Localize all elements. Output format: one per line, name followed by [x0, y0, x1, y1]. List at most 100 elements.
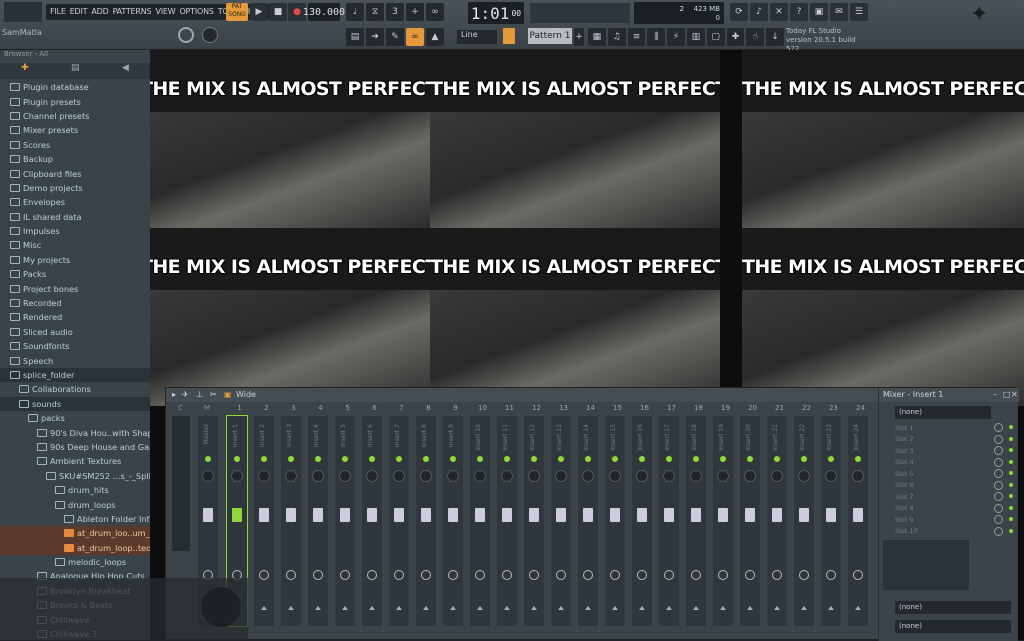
browser-item[interactable]: Misc	[0, 238, 150, 252]
mixer-track[interactable]: Insert 6	[362, 416, 382, 626]
pan-knob[interactable]	[312, 470, 324, 482]
effect-slot[interactable]: Slot 7	[881, 491, 1017, 503]
plugin-picker-button[interactable]: ⚡	[667, 28, 685, 46]
mixer-track[interactable]: Insert 9	[443, 416, 463, 626]
route-knob[interactable]	[556, 570, 566, 580]
mixer-track[interactable]: Insert 19	[713, 416, 733, 626]
browser-item[interactable]: Envelopes	[0, 195, 150, 209]
slot-mix-knob[interactable]	[994, 446, 1003, 455]
browser-item[interactable]: melodic_loops	[0, 555, 150, 569]
pan-knob[interactable]	[771, 470, 783, 482]
route-knob[interactable]	[583, 570, 593, 580]
insert-minimize-icon[interactable]: –	[993, 390, 997, 399]
insert-input-select[interactable]: (none)	[895, 406, 991, 419]
pan-knob[interactable]	[258, 470, 270, 482]
menu-add[interactable]: ADD	[89, 4, 110, 20]
route-knob[interactable]	[664, 570, 674, 580]
route-knob[interactable]	[529, 570, 539, 580]
pattern-select[interactable]: Pattern 1	[528, 28, 572, 44]
project-button[interactable]: ▢	[706, 28, 725, 46]
pan-knob[interactable]	[501, 470, 513, 482]
browser-item[interactable]: Ableton Folder Info	[0, 512, 150, 526]
browser-item[interactable]: Channel presets	[0, 109, 150, 123]
piano-button[interactable]: ▤	[346, 28, 364, 46]
browser-item[interactable]: 90's Diva Hou..with Shaprece	[0, 425, 150, 439]
link-tool-button[interactable]: ∞	[406, 28, 424, 46]
user-field[interactable]: SamMatla	[2, 28, 142, 46]
tools-button[interactable]: ✕	[770, 3, 788, 21]
browser-item[interactable]: Sliced audio	[0, 325, 150, 339]
volume-fader[interactable]	[394, 508, 404, 522]
mixer-track[interactable]: Insert 7	[389, 416, 409, 626]
browser-item[interactable]: My projects	[0, 253, 150, 267]
mixer-track[interactable]: Insert 4	[308, 416, 328, 626]
chat-button[interactable]: ☰	[850, 3, 868, 21]
route-knob[interactable]	[421, 570, 431, 580]
volume-fader[interactable]	[475, 508, 485, 522]
menu-edit[interactable]: EDIT	[68, 4, 90, 20]
pan-knob[interactable]	[231, 470, 243, 482]
pan-knob[interactable]	[555, 470, 567, 482]
browser-item[interactable]: Packs	[0, 267, 150, 281]
pencil-tool-button[interactable]: ✎	[386, 28, 404, 46]
volume-fader[interactable]	[853, 508, 863, 522]
route-knob[interactable]	[826, 570, 836, 580]
browser-item[interactable]: Ambient Textures	[0, 454, 150, 468]
effect-slot[interactable]: Slot 5	[881, 468, 1017, 480]
browser-item[interactable]: Collaborations	[0, 382, 150, 396]
pan-knob[interactable]	[285, 470, 297, 482]
volume-fader[interactable]	[718, 508, 728, 522]
volume-fader[interactable]	[610, 508, 620, 522]
browser-item[interactable]: IL shared data	[0, 210, 150, 224]
slot-enable-led[interactable]	[1009, 482, 1013, 487]
mute-led[interactable]	[774, 456, 780, 462]
metronome-button[interactable]: ♩	[346, 3, 364, 21]
slot-mix-knob[interactable]	[994, 515, 1003, 524]
slot-mix-knob[interactable]	[994, 423, 1003, 432]
browser-item[interactable]: Plugin database	[0, 80, 150, 94]
mute-led[interactable]	[288, 456, 294, 462]
mixer-track[interactable]: Insert 12	[524, 416, 544, 626]
mixer-track[interactable]: Insert 10	[470, 416, 490, 626]
mute-led[interactable]	[315, 456, 321, 462]
mute-led[interactable]	[369, 456, 375, 462]
mixer-button[interactable]: ⫼	[647, 28, 666, 46]
pan-knob[interactable]	[393, 470, 405, 482]
mixer-track[interactable]: Insert 23	[821, 416, 841, 626]
menu-view[interactable]: VIEW	[153, 4, 177, 20]
mixer-track[interactable]: Insert 8	[416, 416, 436, 626]
snap-select[interactable]: Line	[457, 30, 497, 44]
stamp-tool-button[interactable]: ▲	[426, 28, 444, 46]
mixer-track[interactable]: Insert 24	[848, 416, 868, 626]
browser-tab-files-icon[interactable]: ▤	[71, 63, 80, 79]
pan-knob[interactable]	[717, 470, 729, 482]
volume-fader[interactable]	[637, 508, 647, 522]
volume-fader[interactable]	[286, 508, 296, 522]
browser-item[interactable]: drum_loops	[0, 497, 150, 511]
pan-knob[interactable]	[447, 470, 459, 482]
mute-led[interactable]	[342, 456, 348, 462]
browser-item[interactable]: Scores	[0, 138, 150, 152]
browser-tab-all-icon[interactable]: ✚	[21, 63, 29, 79]
slot-mix-knob[interactable]	[994, 434, 1003, 444]
browser-item[interactable]: packs	[0, 411, 150, 425]
insert-output-select-2[interactable]: (none)	[895, 620, 1011, 633]
pattern-add-button[interactable]: +	[574, 28, 584, 46]
help-button[interactable]: ?	[790, 3, 808, 21]
volume-fader[interactable]	[799, 508, 809, 522]
slot-enable-led[interactable]	[1009, 505, 1013, 510]
volume-fader[interactable]	[691, 508, 701, 522]
slot-enable-led[interactable]	[1009, 436, 1013, 441]
touch-button[interactable]: ☝	[746, 28, 765, 46]
route-knob[interactable]	[853, 570, 863, 580]
volume-fader[interactable]	[529, 508, 539, 522]
route-knob[interactable]	[367, 570, 377, 580]
volume-fader[interactable]	[421, 508, 431, 522]
route-knob[interactable]	[691, 570, 701, 580]
browser-button[interactable]: ▥	[686, 28, 705, 46]
slot-enable-led[interactable]	[1009, 448, 1013, 452]
volume-fader[interactable]	[556, 508, 566, 522]
browser-item[interactable]: Soundfonts	[0, 339, 150, 353]
pan-knob[interactable]	[825, 470, 837, 482]
wait-input-button[interactable]: ⧖	[366, 3, 384, 21]
